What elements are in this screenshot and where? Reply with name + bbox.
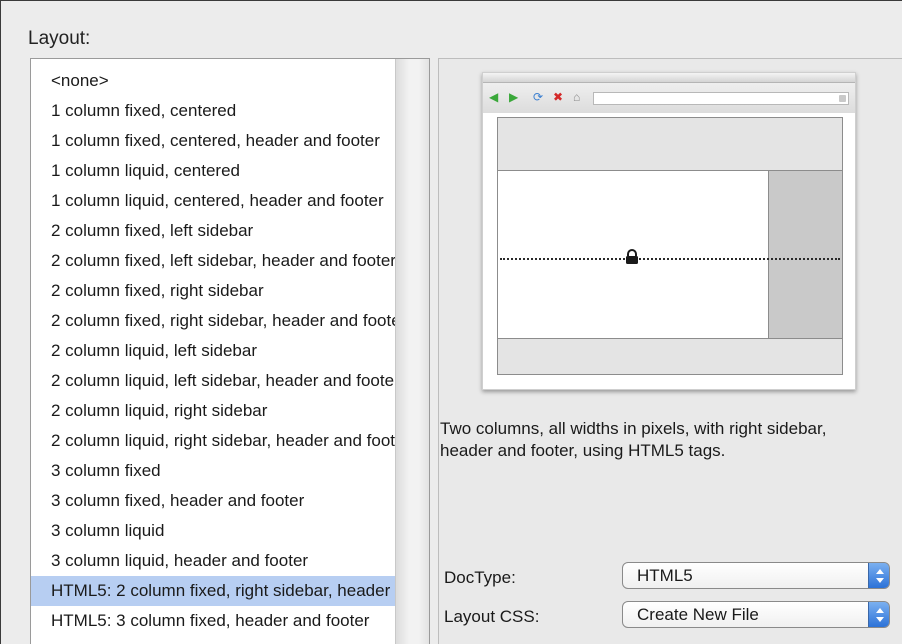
layout-list-item[interactable]: 2 column liquid, right sidebar	[31, 396, 397, 426]
doctype-select[interactable]: HTML5	[622, 562, 890, 589]
updown-arrows-icon	[876, 608, 884, 622]
layout-list-item[interactable]: 2 column fixed, right sidebar	[31, 276, 397, 306]
layout-list-item[interactable]: 2 column liquid, right sidebar, header a…	[31, 426, 397, 456]
doctype-select-arrows-icon[interactable]	[868, 563, 889, 588]
layout-list-item[interactable]: 2 column fixed, left sidebar, header and…	[31, 246, 397, 276]
layout-preview: ◀ ▶ ⟳ ✖ ⌂	[482, 72, 856, 390]
layout-list-item[interactable]: HTML5: 3 column fixed, header and footer	[31, 606, 397, 636]
layout-list-item[interactable]: 3 column liquid	[31, 516, 397, 546]
layout-list-item[interactable]: <none>	[31, 66, 397, 96]
stop-icon: ✖	[553, 90, 564, 104]
layout-list-item[interactable]: 2 column liquid, left sidebar	[31, 336, 397, 366]
layout-label: Layout:	[28, 28, 91, 49]
preview-footer-block	[498, 338, 842, 374]
layout-css-select-value: Create New File	[637, 605, 759, 624]
layout-list-item[interactable]: 1 column liquid, centered	[31, 156, 397, 186]
preview-browser-toolbar: ◀ ▶ ⟳ ✖ ⌂	[483, 83, 855, 113]
doctype-label: DocType:	[444, 568, 516, 587]
layout-css-select-arrows-icon[interactable]	[868, 602, 889, 627]
layout-list-item[interactable]: 1 column fixed, centered, header and foo…	[31, 126, 397, 156]
preview-header-block	[498, 118, 842, 171]
layout-list-item[interactable]: HTML5: 2 column fixed, right sidebar, he…	[31, 576, 397, 606]
refresh-icon: ⟳	[533, 90, 544, 104]
layout-list[interactable]: <none> 1 column fixed, centered 1 column f…	[30, 58, 430, 644]
updown-arrows-icon	[876, 569, 884, 583]
layout-css-label: Layout CSS:	[444, 607, 540, 626]
layout-description: Two columns, all widths in pixels, with …	[440, 419, 827, 460]
layout-list-item[interactable]: 2 column liquid, left sidebar, header an…	[31, 366, 397, 396]
back-arrow-icon: ◀	[489, 90, 499, 104]
layout-list-item[interactable]: 1 column liquid, centered, header and fo…	[31, 186, 397, 216]
layout-list-item[interactable]: 3 column fixed, header and footer	[31, 486, 397, 516]
preview-page-layout	[497, 117, 843, 375]
url-bar-end-cap	[839, 95, 846, 102]
preview-url-bar	[593, 92, 849, 105]
layout-list-items: <none> 1 column fixed, centered 1 column f…	[31, 59, 397, 644]
layout-list-item[interactable]: 3 column fixed	[31, 456, 397, 486]
lock-icon	[626, 249, 638, 264]
layout-list-scrollbar[interactable]	[395, 59, 429, 644]
forward-arrow-icon: ▶	[509, 90, 519, 104]
layout-list-item[interactable]: 2 column fixed, left sidebar	[31, 216, 397, 246]
preview-fixed-width-line	[500, 258, 840, 260]
doctype-select-value: HTML5	[637, 566, 693, 585]
layout-list-item[interactable]: 3 column liquid, header and footer	[31, 546, 397, 576]
preview-window-titlebar	[483, 73, 855, 83]
layout-list-item[interactable]: 1 column fixed, centered	[31, 96, 397, 126]
layout-list-item[interactable]: 2 column fixed, right sidebar, header an…	[31, 306, 397, 336]
home-icon: ⌂	[573, 90, 581, 104]
preview-right-sidebar	[768, 171, 842, 338]
layout-css-select[interactable]: Create New File	[622, 601, 890, 628]
